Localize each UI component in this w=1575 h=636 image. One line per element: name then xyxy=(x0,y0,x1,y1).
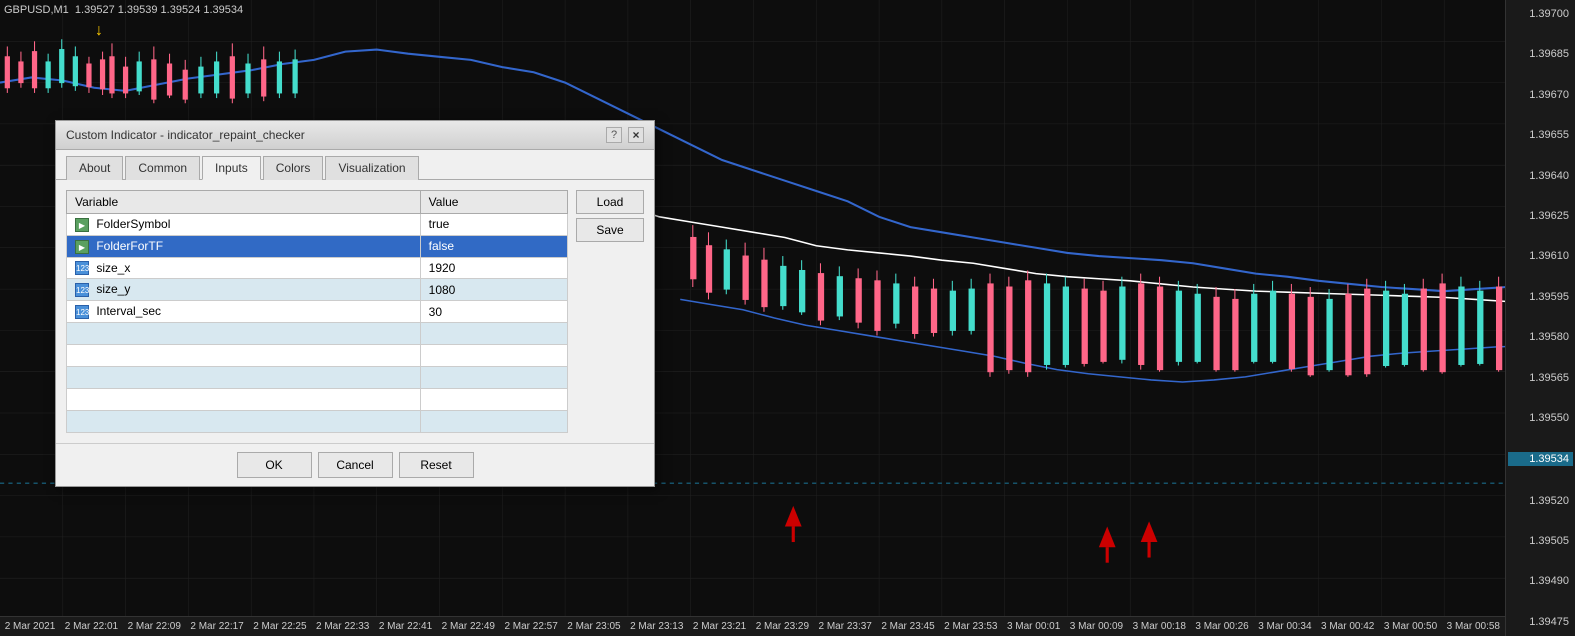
time-17: 3 Mar 00:09 xyxy=(1070,621,1123,632)
price-12: 1.39520 xyxy=(1508,495,1573,507)
price-7: 1.39610 xyxy=(1508,250,1573,262)
symbol-info: GBPUSD,M1 1.39527 1.39539 1.39524 1.3953… xyxy=(4,4,243,16)
load-button[interactable]: Load xyxy=(576,190,644,214)
params-table: Variable Value ▶ FolderSymbol true xyxy=(66,190,568,433)
time-13: 2 Mar 23:37 xyxy=(819,621,872,632)
var-value-2[interactable]: false xyxy=(420,235,567,257)
table-row[interactable]: ▶ FolderSymbol true xyxy=(67,214,568,236)
load-save-buttons: Load Save xyxy=(576,190,644,433)
table-row-empty-4 xyxy=(67,389,568,411)
price-13: 1.39505 xyxy=(1508,535,1573,547)
var-icon-3: 123 xyxy=(75,261,89,275)
price-highlight: 1.39534 xyxy=(1508,452,1573,466)
price-1: 1.39700 xyxy=(1508,8,1573,20)
time-22: 3 Mar 00:50 xyxy=(1384,621,1437,632)
time-7: 2 Mar 22:49 xyxy=(442,621,495,632)
tab-colors[interactable]: Colors xyxy=(263,156,324,180)
table-row[interactable]: 123 size_x 1920 xyxy=(67,257,568,279)
price-6: 1.39625 xyxy=(1508,210,1573,222)
tab-common[interactable]: Common xyxy=(125,156,200,180)
ohlc-label: 1.39527 1.39539 1.39524 1.39534 xyxy=(75,4,243,16)
cancel-button[interactable]: Cancel xyxy=(318,452,393,478)
time-2: 2 Mar 22:09 xyxy=(128,621,181,632)
time-14: 2 Mar 23:45 xyxy=(881,621,934,632)
price-3: 1.39670 xyxy=(1508,89,1573,101)
var-icon-5: 123 xyxy=(75,305,89,319)
var-name-5: 123 Interval_sec xyxy=(67,301,421,323)
time-3: 2 Mar 22:17 xyxy=(190,621,243,632)
var-value-3[interactable]: 1920 xyxy=(420,257,567,279)
table-row[interactable]: 123 size_y 1080 xyxy=(67,279,568,301)
time-16: 3 Mar 00:01 xyxy=(1007,621,1060,632)
time-axis: 2 Mar 2021 2 Mar 22:01 2 Mar 22:09 2 Mar… xyxy=(0,616,1505,636)
dialog-tabs: About Common Inputs Colors Visualization xyxy=(56,150,654,180)
time-19: 3 Mar 00:26 xyxy=(1195,621,1248,632)
table-container: Variable Value ▶ FolderSymbol true xyxy=(66,190,568,433)
table-row[interactable]: ▶ FolderForTF false xyxy=(67,235,568,257)
price-axis: 1.39700 1.39685 1.39670 1.39655 1.39640 … xyxy=(1505,0,1575,636)
price-15: 1.39475 xyxy=(1508,616,1573,628)
price-10: 1.39565 xyxy=(1508,372,1573,384)
dialog-close-button[interactable]: × xyxy=(628,127,644,143)
time-12: 2 Mar 23:29 xyxy=(756,621,809,632)
var-name-3: 123 size_x xyxy=(67,257,421,279)
dialog-controls: ? × xyxy=(606,127,644,143)
price-14: 1.39490 xyxy=(1508,575,1573,587)
save-button[interactable]: Save xyxy=(576,218,644,242)
time-15: 2 Mar 23:53 xyxy=(944,621,997,632)
time-9: 2 Mar 23:05 xyxy=(567,621,620,632)
tab-inputs[interactable]: Inputs xyxy=(202,156,261,180)
time-20: 3 Mar 00:34 xyxy=(1258,621,1311,632)
time-23: 3 Mar 00:58 xyxy=(1447,621,1500,632)
price-11: 1.39550 xyxy=(1508,412,1573,424)
price-8: 1.39595 xyxy=(1508,291,1573,303)
var-icon-4: 123 xyxy=(75,283,89,297)
yellow-arrow-indicator: ↓ xyxy=(95,22,103,40)
var-name-1: ▶ FolderSymbol xyxy=(67,214,421,236)
dialog-help-button[interactable]: ? xyxy=(606,127,622,143)
dialog-title: Custom Indicator - indicator_repaint_che… xyxy=(66,128,305,142)
col-variable: Variable xyxy=(67,191,421,214)
ok-button[interactable]: OK xyxy=(237,452,312,478)
table-row-empty-1 xyxy=(67,323,568,345)
tab-about[interactable]: About xyxy=(66,156,123,180)
time-8: 2 Mar 22:57 xyxy=(504,621,557,632)
var-value-5[interactable]: 30 xyxy=(420,301,567,323)
price-4: 1.39655 xyxy=(1508,129,1573,141)
price-5: 1.39640 xyxy=(1508,170,1573,182)
var-icon-2: ▶ xyxy=(75,240,89,254)
col-value: Value xyxy=(420,191,567,214)
var-name-4: 123 size_y xyxy=(67,279,421,301)
var-value-1[interactable]: true xyxy=(420,214,567,236)
symbol-label: GBPUSD,M1 xyxy=(4,4,69,16)
var-value-4[interactable]: 1080 xyxy=(420,279,567,301)
table-row-empty-3 xyxy=(67,367,568,389)
var-icon-1: ▶ xyxy=(75,218,89,232)
dialog-buttons: OK Cancel Reset xyxy=(56,443,654,486)
table-row-empty-5 xyxy=(67,411,568,433)
time-5: 2 Mar 22:33 xyxy=(316,621,369,632)
reset-button[interactable]: Reset xyxy=(399,452,474,478)
price-9: 1.39580 xyxy=(1508,331,1573,343)
time-4: 2 Mar 22:25 xyxy=(253,621,306,632)
price-2: 1.39685 xyxy=(1508,48,1573,60)
time-21: 3 Mar 00:42 xyxy=(1321,621,1374,632)
table-row[interactable]: 123 Interval_sec 30 xyxy=(67,301,568,323)
time-10: 2 Mar 23:13 xyxy=(630,621,683,632)
table-row-empty-2 xyxy=(67,345,568,367)
time-18: 3 Mar 00:18 xyxy=(1133,621,1186,632)
tab-visualization[interactable]: Visualization xyxy=(325,156,418,180)
table-wrapper: Variable Value ▶ FolderSymbol true xyxy=(66,190,644,433)
time-1: 2 Mar 22:01 xyxy=(65,621,118,632)
dialog[interactable]: Custom Indicator - indicator_repaint_che… xyxy=(55,120,655,487)
time-6: 2 Mar 22:41 xyxy=(379,621,432,632)
time-11: 2 Mar 23:21 xyxy=(693,621,746,632)
dialog-content: Variable Value ▶ FolderSymbol true xyxy=(56,180,654,443)
time-0: 2 Mar 2021 xyxy=(5,621,56,632)
var-name-2: ▶ FolderForTF xyxy=(67,235,421,257)
dialog-titlebar[interactable]: Custom Indicator - indicator_repaint_che… xyxy=(56,121,654,150)
